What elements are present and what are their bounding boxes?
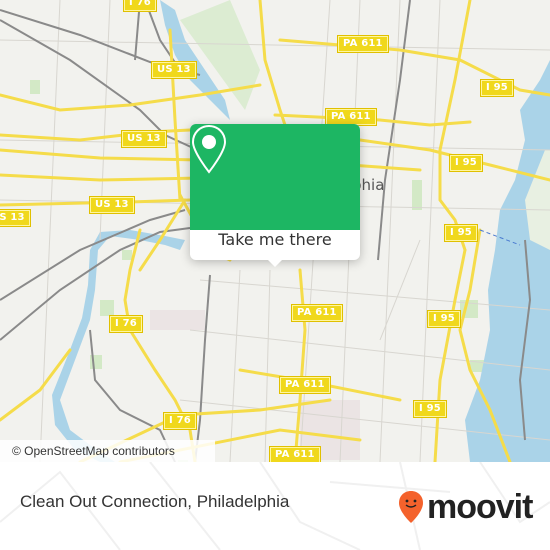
take-me-there-button[interactable]: Take me there [190,230,360,260]
moovit-pin-icon [399,491,423,523]
popup-pointer [267,259,283,267]
road-shield-pa611: PA 611 [279,376,331,394]
road-shield-i95: I 95 [427,310,461,328]
footer: Clean Out Connection, Philadelphia moovi… [0,462,550,550]
map[interactable]: I 76 US 13 US 13 US 13 US 13 PA 611 PA 6… [0,0,550,462]
road-shield-us13: US 13 [121,130,167,148]
road-shield-us13: US 13 [151,61,197,79]
road-shield-i95: I 95 [480,79,514,97]
map-attribution[interactable]: © OpenStreetMap contributors [0,440,215,462]
place-name: Clean Out Connection, Philadelphia [20,492,290,511]
road-shield-i76: I 76 [109,315,143,333]
road-shield-pa611: PA 611 [291,304,343,322]
brand-name: moovit [427,487,533,526]
location-popup: Take me there [190,124,360,267]
road-shield-pa611: PA 611 [269,446,321,462]
industrial-area [150,310,205,330]
popup-header [190,124,360,230]
moovit-logo[interactable]: moovit [398,482,533,532]
road-shield-i76: I 76 [163,412,197,430]
road-shield-i76: I 76 [123,0,157,12]
road-shield-i95: I 95 [444,224,478,242]
road-shield-us13: US 13 [89,196,135,214]
road-shield-i95: I 95 [449,154,483,172]
road-shield-pa611: PA 611 [337,35,389,53]
road-shield-us13: US 13 [0,209,31,227]
map-pin-icon [191,124,227,174]
road-shield-pa611: PA 611 [325,108,377,126]
road-shield-i95: I 95 [413,400,447,418]
